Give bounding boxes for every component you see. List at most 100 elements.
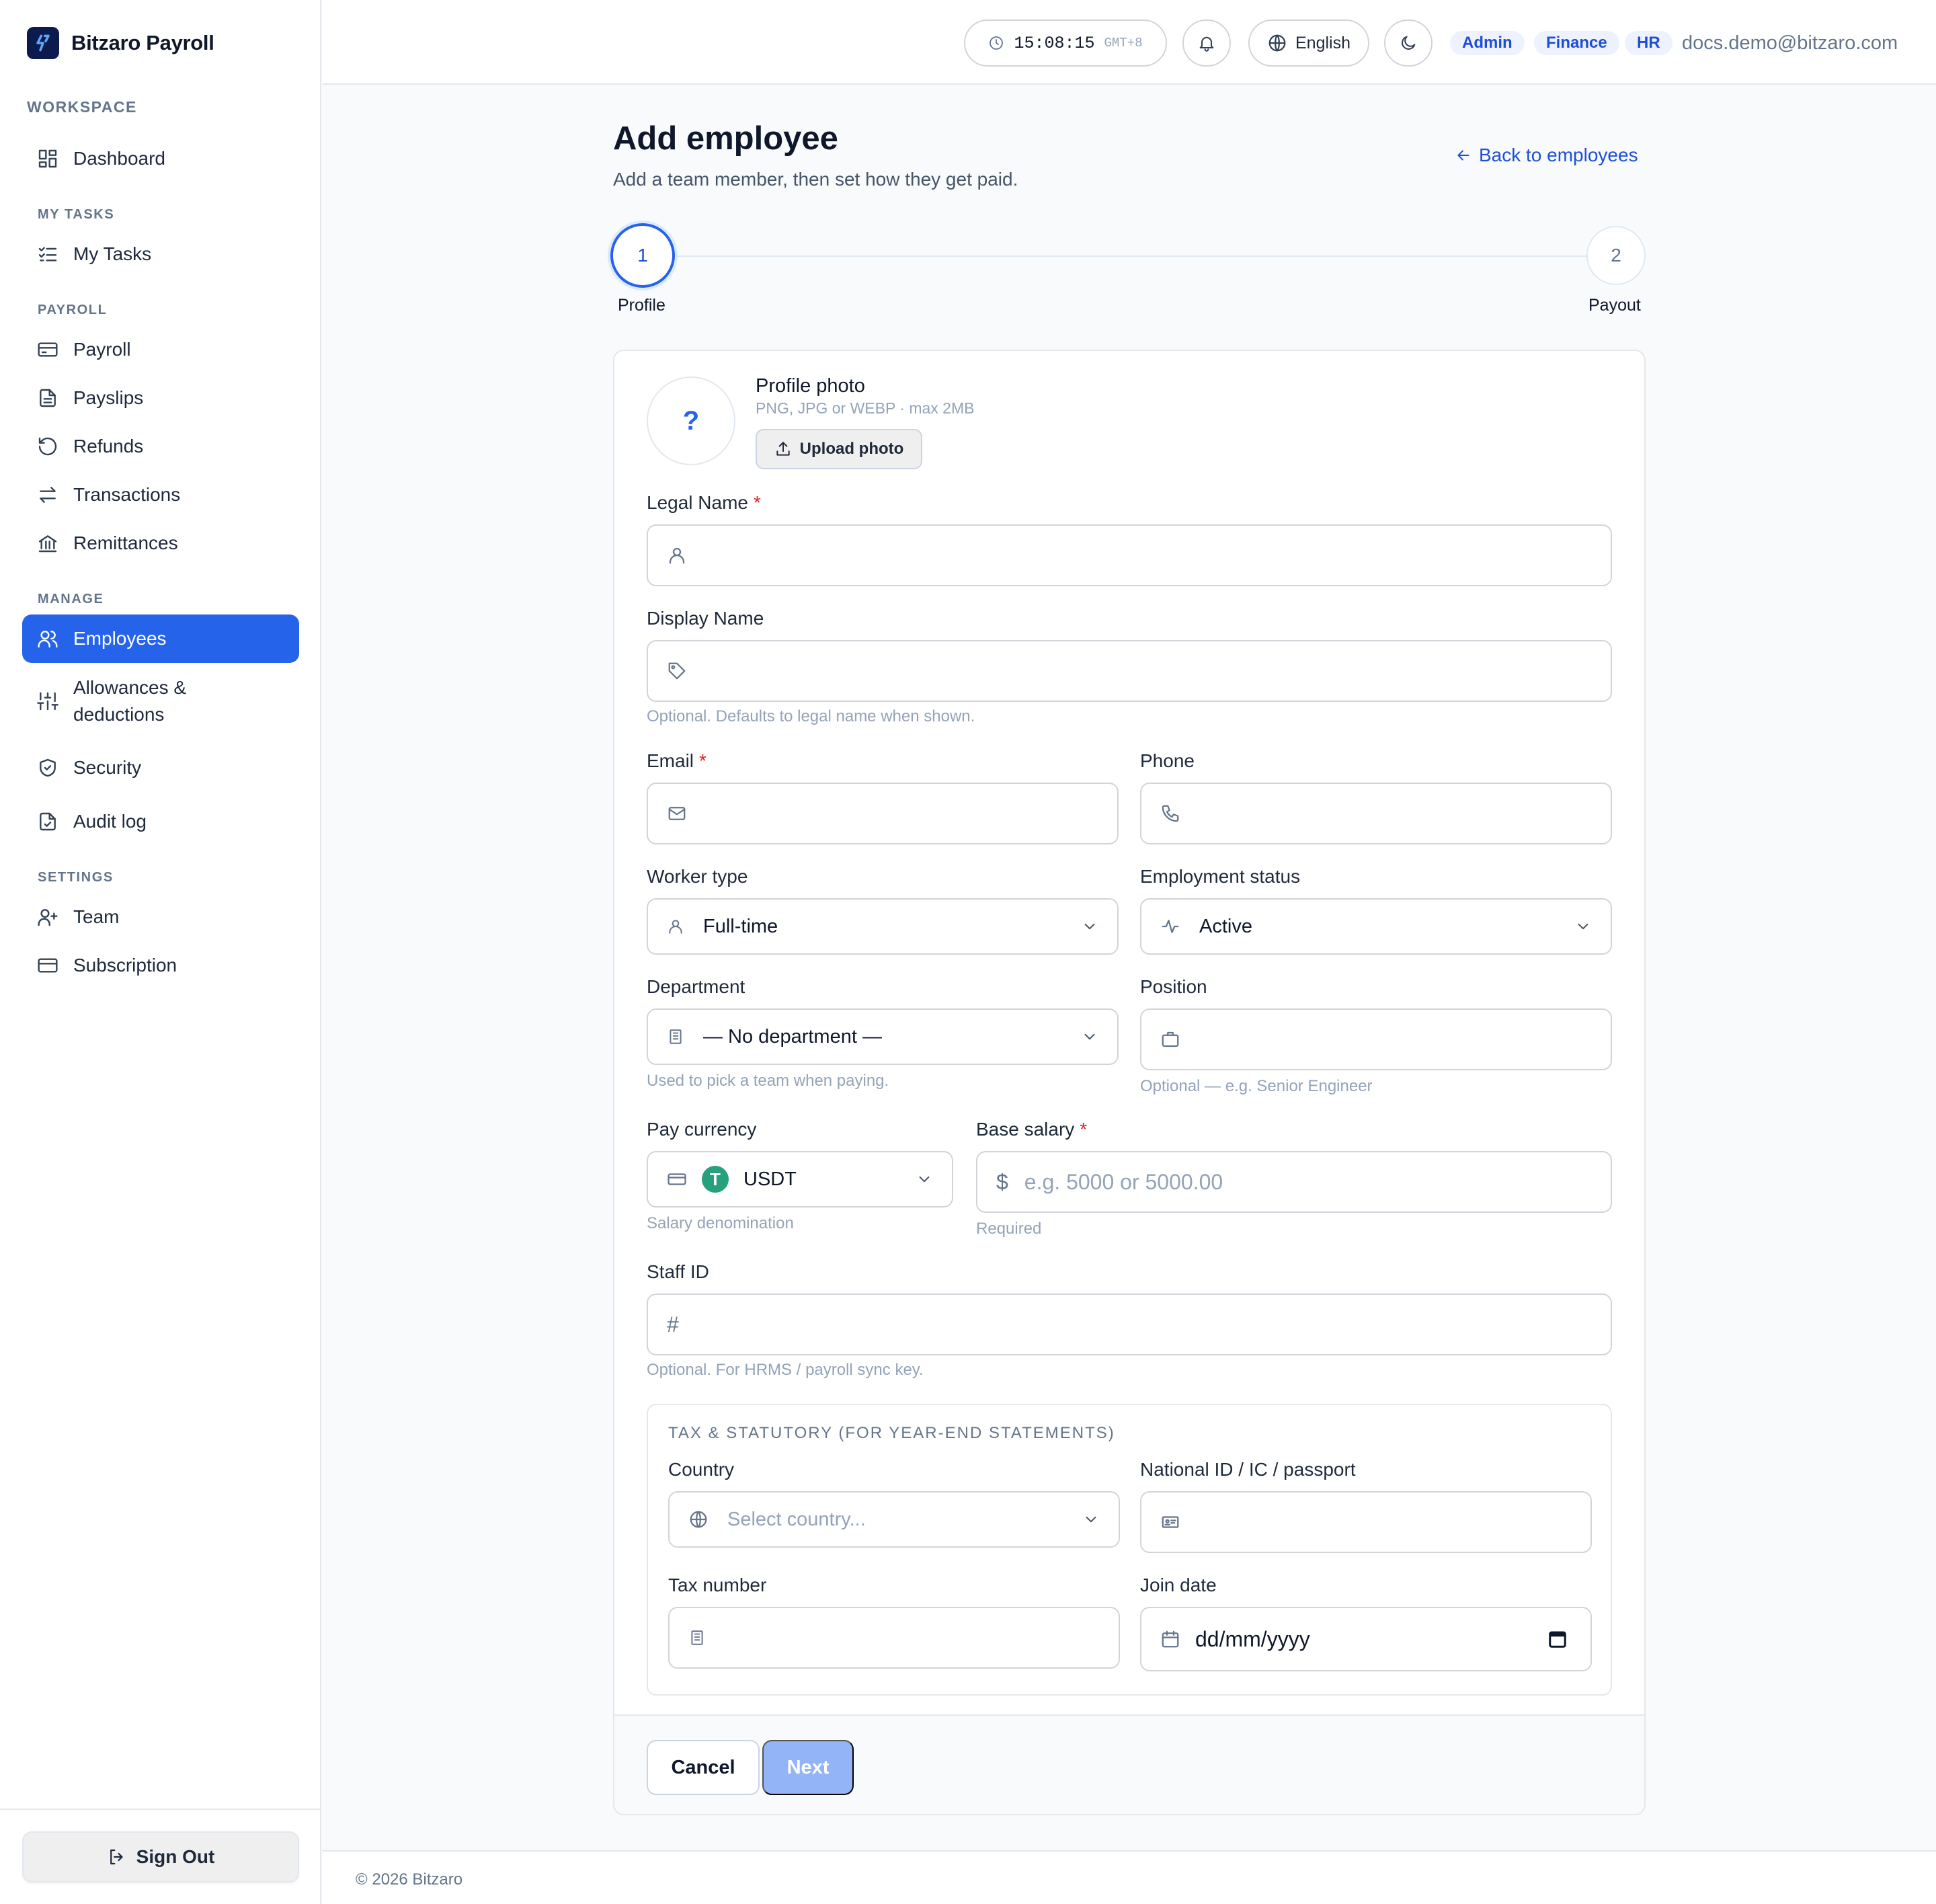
tax-statutory-section: TAX & STATUTORY (FOR YEAR-END STATEMENTS…	[647, 1404, 1612, 1696]
bank-icon	[38, 535, 57, 553]
legal-name-label: Legal Name *	[647, 492, 761, 514]
sidebar-item-subscription[interactable]: Subscription	[22, 941, 299, 990]
brand[interactable]: Bitzaro Payroll	[27, 27, 214, 59]
tax-number-input[interactable]	[668, 1607, 1120, 1669]
language-selector[interactable]: English	[1248, 19, 1369, 67]
step-1-label: Profile	[618, 296, 666, 315]
checklist-icon	[38, 247, 57, 262]
department-label: Department	[647, 976, 745, 998]
arrow-left-icon	[1457, 150, 1469, 161]
base-salary-input[interactable]: $ e.g. 5000 or 5000.00	[976, 1151, 1612, 1213]
required-marker: *	[753, 492, 761, 513]
join-date-input[interactable]: dd/mm/yyyy	[1140, 1607, 1592, 1671]
label-text: Join date	[1140, 1575, 1217, 1595]
sidebar-item-remittances[interactable]: Remittances	[22, 519, 299, 567]
sidebar-item-security[interactable]: Security	[22, 744, 299, 792]
sidebar-item-allowances-deductions[interactable]: Allowances & deductions	[22, 670, 299, 733]
back-to-employees-link[interactable]: Back to employees	[1455, 145, 1638, 166]
worker-type-select[interactable]: Full-time	[647, 898, 1119, 955]
sidebar-item-team[interactable]: Team	[22, 893, 299, 941]
upload-icon	[776, 442, 790, 456]
label-line-2: deductions	[73, 704, 165, 725]
user-icon	[669, 547, 685, 564]
clock: 15:08:15 GMT+8	[964, 19, 1167, 67]
page-footer: © 2026 Bitzaro	[323, 1850, 1936, 1904]
sidebar-item-my-tasks[interactable]: My Tasks	[22, 230, 299, 278]
arrows-left-right-icon	[40, 487, 56, 503]
role-badge-hr: HR	[1625, 31, 1672, 55]
join-date-label: Join date	[1140, 1575, 1217, 1596]
upload-photo-button[interactable]: Upload photo	[756, 429, 922, 469]
tax-section-title: TAX & STATUTORY (FOR YEAR-END STATEMENTS…	[668, 1424, 1115, 1442]
globe-icon	[690, 1511, 707, 1528]
section-settings: SETTINGS	[38, 870, 114, 885]
position-label: Position	[1140, 976, 1207, 998]
step-2-label: Payout	[1588, 296, 1641, 315]
card-icon	[38, 342, 58, 357]
user-email[interactable]: docs.demo@bitzaro.com	[1682, 31, 1898, 55]
users-icon	[38, 631, 58, 648]
employment-status-label: Employment status	[1140, 866, 1300, 887]
department-select[interactable]: — No department —	[647, 1008, 1119, 1065]
calendar-picker-icon[interactable]	[1547, 1629, 1568, 1649]
sidebar-item-label: Allowances & deductions	[73, 674, 186, 728]
sidebar-item-payslips[interactable]: Payslips	[22, 374, 299, 422]
sidebar-item-employees[interactable]: Employees	[22, 614, 299, 663]
base-salary-label: Base salary *	[976, 1119, 1087, 1140]
label-line-1: Allowances &	[73, 677, 187, 698]
copyright: © 2026 Bitzaro	[356, 1870, 463, 1889]
sidebar-item-label: My Tasks	[73, 243, 152, 264]
label-text: Country	[668, 1459, 735, 1480]
briefcase-icon	[1162, 1031, 1179, 1047]
country-placeholder: Select country...	[727, 1508, 866, 1530]
phone-input[interactable]	[1140, 783, 1612, 844]
language-label: English	[1295, 33, 1350, 52]
pay-currency-select[interactable]: T USDT	[647, 1151, 953, 1207]
document-icon	[40, 389, 56, 407]
sidebar-item-label: Refunds	[73, 436, 144, 457]
sidebar-item-transactions[interactable]: Transactions	[22, 471, 299, 519]
label-text: Base salary	[976, 1119, 1075, 1140]
legal-name-input[interactable]	[647, 524, 1612, 586]
position-input[interactable]	[1140, 1008, 1612, 1070]
country-select[interactable]: Select country...	[668, 1491, 1120, 1548]
chevron-down-icon	[1086, 1516, 1096, 1523]
position-hint: Optional — e.g. Senior Engineer	[1140, 1077, 1373, 1095]
activity-icon	[1162, 920, 1179, 933]
employment-status-select[interactable]: Active	[1140, 898, 1612, 955]
sidebar: Bitzaro Payroll WORKSPACE Dashboard MY T…	[0, 0, 321, 1904]
theme-toggle[interactable]	[1384, 19, 1433, 67]
role-badge-admin: Admin	[1450, 31, 1525, 55]
hash-icon: #	[667, 1312, 679, 1337]
clock-timezone: GMT+8	[1104, 36, 1143, 50]
cancel-button[interactable]: Cancel	[647, 1740, 760, 1795]
tag-icon	[668, 662, 686, 680]
label-text: National ID / IC / passport	[1140, 1459, 1356, 1480]
dashboard-icon	[38, 149, 57, 168]
avatar-placeholder: ?	[647, 376, 735, 465]
building-icon	[670, 1029, 682, 1044]
sidebar-item-audit-log[interactable]: Audit log	[22, 797, 299, 846]
employee-form-card: ? Profile photo PNG, JPG or WEBP · max 2…	[613, 350, 1646, 1815]
national-id-input[interactable]	[1140, 1491, 1592, 1553]
staff-id-input[interactable]: #	[647, 1294, 1612, 1355]
sidebar-item-payroll[interactable]: Payroll	[22, 325, 299, 374]
sidebar-item-dashboard[interactable]: Dashboard	[22, 134, 299, 183]
sign-out-button[interactable]: Sign Out	[22, 1831, 299, 1882]
section-payroll: PAYROLL	[38, 303, 108, 317]
section-my-tasks: MY TASKS	[38, 207, 115, 222]
next-button[interactable]: Next	[762, 1740, 854, 1795]
label-text: Employment status	[1140, 866, 1301, 887]
page-subtitle: Add a team member, then set how they get…	[613, 169, 1018, 190]
bitzaro-logo-icon	[27, 27, 59, 59]
notifications-button[interactable]	[1182, 19, 1231, 67]
file-check-icon	[40, 812, 56, 831]
chevron-down-icon	[1084, 1033, 1095, 1040]
label-text: Worker type	[647, 866, 748, 887]
email-input[interactable]	[647, 783, 1119, 844]
sidebar-divider	[0, 1809, 321, 1810]
label-text: Display Name	[647, 608, 764, 629]
sidebar-item-refunds[interactable]: Refunds	[22, 422, 299, 471]
display-name-input[interactable]	[647, 640, 1612, 702]
back-link-label: Back to employees	[1479, 145, 1638, 165]
